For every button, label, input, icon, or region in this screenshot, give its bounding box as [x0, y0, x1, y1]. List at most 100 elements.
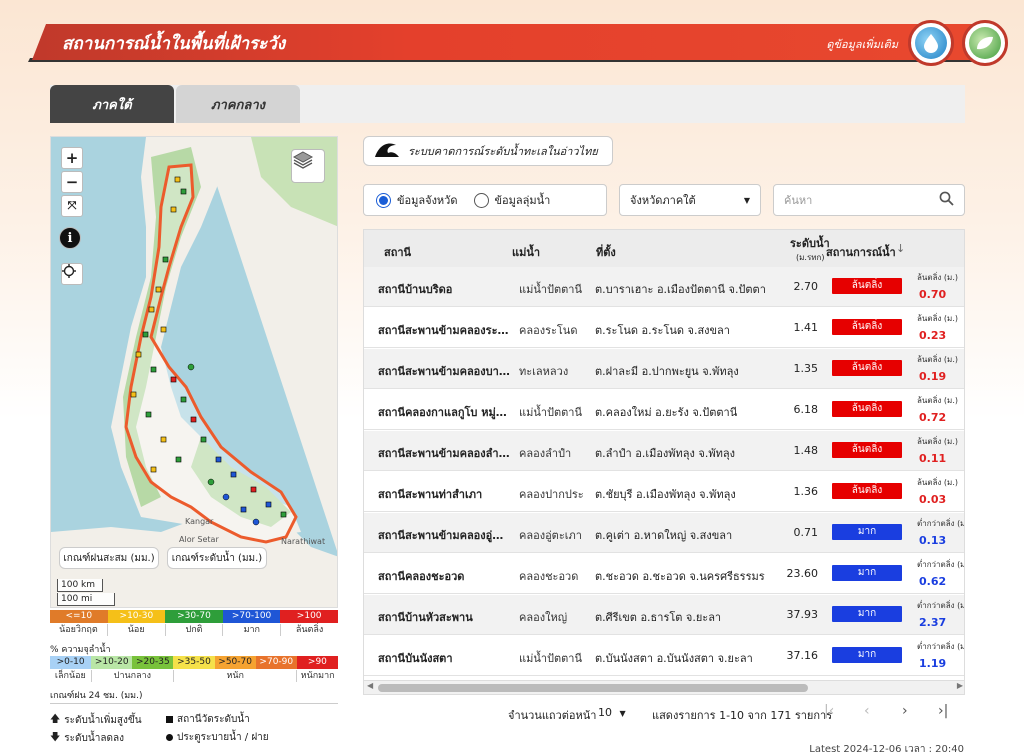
- diff-label: ล้นตลิ่ง (ม.): [917, 437, 958, 446]
- table-row[interactable]: สถานีคลองชะอวด คลองชะอวด ต.ชะอวด อ.ชะอวด จ…: [364, 554, 964, 594]
- table-row[interactable]: สถานีสะพานข้ามคลองอู่ตะเ... คลองอู่ตะเภา ต…: [364, 513, 964, 553]
- diff-value: 0.23: [919, 329, 947, 342]
- diff-value: 0.03: [919, 493, 947, 506]
- divider: [50, 703, 338, 704]
- level-legend-labels: น้อยวิกฤต น้อย ปกติ มาก ล้นตลิ่ง: [50, 624, 338, 636]
- station-location: ต.ชัยบุรี อ.เมืองพัทลุง จ.พัทลุง: [595, 488, 736, 501]
- locate-icon[interactable]: [61, 263, 83, 285]
- status-badge: ล้นตลิ่ง: [832, 483, 902, 499]
- radio-basin[interactable]: [473, 192, 489, 208]
- station-river: แม่น้ำปัตตานี: [519, 652, 583, 665]
- scroll-right-icon[interactable]: ▶: [957, 681, 963, 690]
- search-icon[interactable]: [939, 191, 954, 209]
- horizontal-scrollbar[interactable]: ◀ ▶: [364, 680, 964, 694]
- diff-label: ล้นตลิ่ง (ม.): [917, 314, 958, 323]
- diff-label: ล้นตลิ่ง (ม.): [917, 396, 958, 405]
- legend-label: น้อยวิกฤต: [50, 624, 108, 636]
- sea-level-forecast-button[interactable]: ระบบคาดการณ์ระดับน้ำทะเลในอ่าวไทย: [363, 136, 613, 166]
- more-info-link[interactable]: ดูข้อมูลเพิ่มเติม: [826, 35, 898, 53]
- status-badge: มาก: [832, 524, 902, 540]
- table-row[interactable]: สถานีสะพานข้ามคลองบางม่ว... ทะเลหลวง ต.ฝาล…: [364, 349, 964, 389]
- table-row[interactable]: สถานีสะพานท่าสำเภา คลองปากประ ต.ชัยบุรี อ.…: [364, 472, 964, 512]
- first-page-icon[interactable]: |‹: [824, 703, 834, 719]
- zoom-out-button[interactable]: −: [61, 171, 83, 193]
- station-name: สถานีสะพานข้ามคลองลำปำ: [378, 447, 510, 460]
- diff-value: 0.62: [919, 575, 947, 588]
- table-row[interactable]: สถานีบ้านหัวสะพาน คลองใหญ่ ต.ศีรีเขต อ.ธาร…: [364, 595, 964, 635]
- scrollbar-thumb[interactable]: [378, 684, 808, 692]
- station-level: 1.36: [793, 485, 819, 498]
- station-location: ต.ฝาละมี อ.ปากพะยูน จ.พัทลุง: [595, 365, 739, 378]
- station-level: 23.60: [786, 567, 819, 580]
- wave-icon: [374, 141, 400, 162]
- status-badge: ล้นตลิ่ง: [832, 401, 902, 417]
- tab-south[interactable]: ภาคใต้: [50, 85, 174, 123]
- rain-criteria-button[interactable]: เกณฑ์ฝนสะสม (มม.): [59, 547, 159, 569]
- water-drop-logo-icon[interactable]: [908, 20, 954, 66]
- capacity-legend-item: >70-90: [255, 656, 297, 669]
- status-badge: มาก: [832, 647, 902, 663]
- station-level: 1.35: [793, 362, 819, 375]
- table-row[interactable]: สถานีบ้านบริดอ แม่น้ำปัตตานี ต.บาราเฮาะ อ.…: [364, 267, 964, 307]
- station-location: ต.ระโนด อ.ระโนด จ.สงขลา: [595, 324, 730, 337]
- table-row[interactable]: สถานีสะพานข้ามคลองลำปำ คลองลำปำ ต.ลำปำ อ.เ…: [364, 431, 964, 471]
- status-badge: มาก: [832, 565, 902, 581]
- header-location[interactable]: ที่ตั้ง: [596, 243, 616, 261]
- header-level-unit: (ม.รทก): [796, 253, 825, 262]
- caret-down-icon: ▼: [619, 709, 626, 718]
- legend-label: ปกติ: [166, 624, 224, 636]
- legend-station: สถานีวัดระดับน้ำ: [166, 712, 250, 727]
- diff-label: ล้นตลิ่ง (ม.): [917, 355, 958, 364]
- last-page-icon[interactable]: ›|: [938, 703, 948, 719]
- leaf-logo-icon[interactable]: [962, 20, 1008, 66]
- tab-central[interactable]: ภาคกลาง: [176, 85, 300, 123]
- table-row[interactable]: สถานีบันนังสตา แม่น้ำปัตตานี ต.บันนังสตา อ…: [364, 636, 964, 676]
- header-level[interactable]: ระดับน้ำ: [790, 234, 830, 252]
- diff-value: 1.19: [919, 657, 947, 670]
- radio-basin-label[interactable]: ข้อมูลลุ่มน้ำ: [495, 191, 551, 209]
- station-name: สถานีสะพานข้ามคลองอู่ตะเ...: [378, 529, 510, 542]
- header-station[interactable]: สถานี: [384, 243, 411, 261]
- rows-per-page-value: 10: [598, 706, 612, 719]
- table-row[interactable]: สถานีสะพานข้ามคลองระโนด... คลองระโนด ต.ระโ…: [364, 308, 964, 348]
- legend-label: ล้นตลิ่ง: [295, 625, 324, 635]
- rows-per-page-select[interactable]: 10 ▼: [598, 706, 626, 719]
- capacity-legend-item: >90: [296, 656, 338, 669]
- next-page-icon[interactable]: ›: [902, 703, 908, 719]
- station-name: สถานีบันนังสตา: [378, 652, 453, 665]
- search-input[interactable]: ค้นหา: [773, 184, 965, 216]
- station-location: ต.บันนังสตา อ.บันนังสตา จ.ยะลา: [595, 652, 753, 665]
- province-select[interactable]: จังหวัดภาคใต้ ▼: [619, 184, 761, 216]
- radio-province-label[interactable]: ข้อมูลจังหวัด: [397, 191, 458, 209]
- radio-province[interactable]: [376, 192, 391, 208]
- station-level: 0.71: [793, 526, 819, 539]
- fullscreen-icon[interactable]: ⤧: [61, 195, 83, 217]
- map-view[interactable]: + − ⤧ i Kangar Alor Setar Narathiwat เกณ…: [50, 136, 338, 608]
- sort-arrow-icon[interactable]: ↓: [896, 242, 905, 255]
- header-status[interactable]: สถานการณ์น้ำ: [826, 243, 896, 261]
- caret-down-icon: ▼: [743, 195, 750, 205]
- info-icon[interactable]: i: [59, 227, 81, 249]
- status-badge: มาก: [832, 606, 902, 622]
- station-name: สถานีสะพานข้ามคลองระโนด...: [378, 324, 510, 337]
- circle-icon: [166, 734, 173, 741]
- scroll-left-icon[interactable]: ◀: [367, 681, 373, 690]
- table-row[interactable]: สถานีคลองกาแลกูโบ หมู่ที่... แม่น้ำปัตตาน…: [364, 390, 964, 430]
- status-badge: ล้นตลิ่ง: [832, 319, 902, 335]
- map-place-label: Alor Setar: [179, 535, 219, 544]
- legend-label: มาก: [223, 624, 282, 636]
- legend-label: น้อย: [108, 624, 166, 636]
- legend-fall: 🡇 ระดับน้ำลดลง: [50, 730, 124, 747]
- header-river[interactable]: แม่น้ำ: [512, 243, 540, 261]
- station-river: คลองระโนด: [519, 324, 578, 337]
- status-badge: ล้นตลิ่ง: [832, 442, 902, 458]
- zoom-in-button[interactable]: +: [61, 147, 83, 169]
- layers-icon[interactable]: [291, 149, 325, 183]
- level-criteria-button[interactable]: เกณฑ์ระดับน้ำ (มม.): [167, 547, 267, 569]
- capacity-legend-item: >35-50: [173, 656, 215, 669]
- prev-page-icon[interactable]: ‹: [864, 703, 870, 719]
- capacity-legend-labels: เล็กน้อย ปานกลาง หนัก หนักมาก: [50, 670, 338, 682]
- station-level: 2.70: [793, 280, 819, 293]
- status-badge: ล้นตลิ่ง: [832, 278, 902, 294]
- diff-value: 0.70: [919, 288, 947, 301]
